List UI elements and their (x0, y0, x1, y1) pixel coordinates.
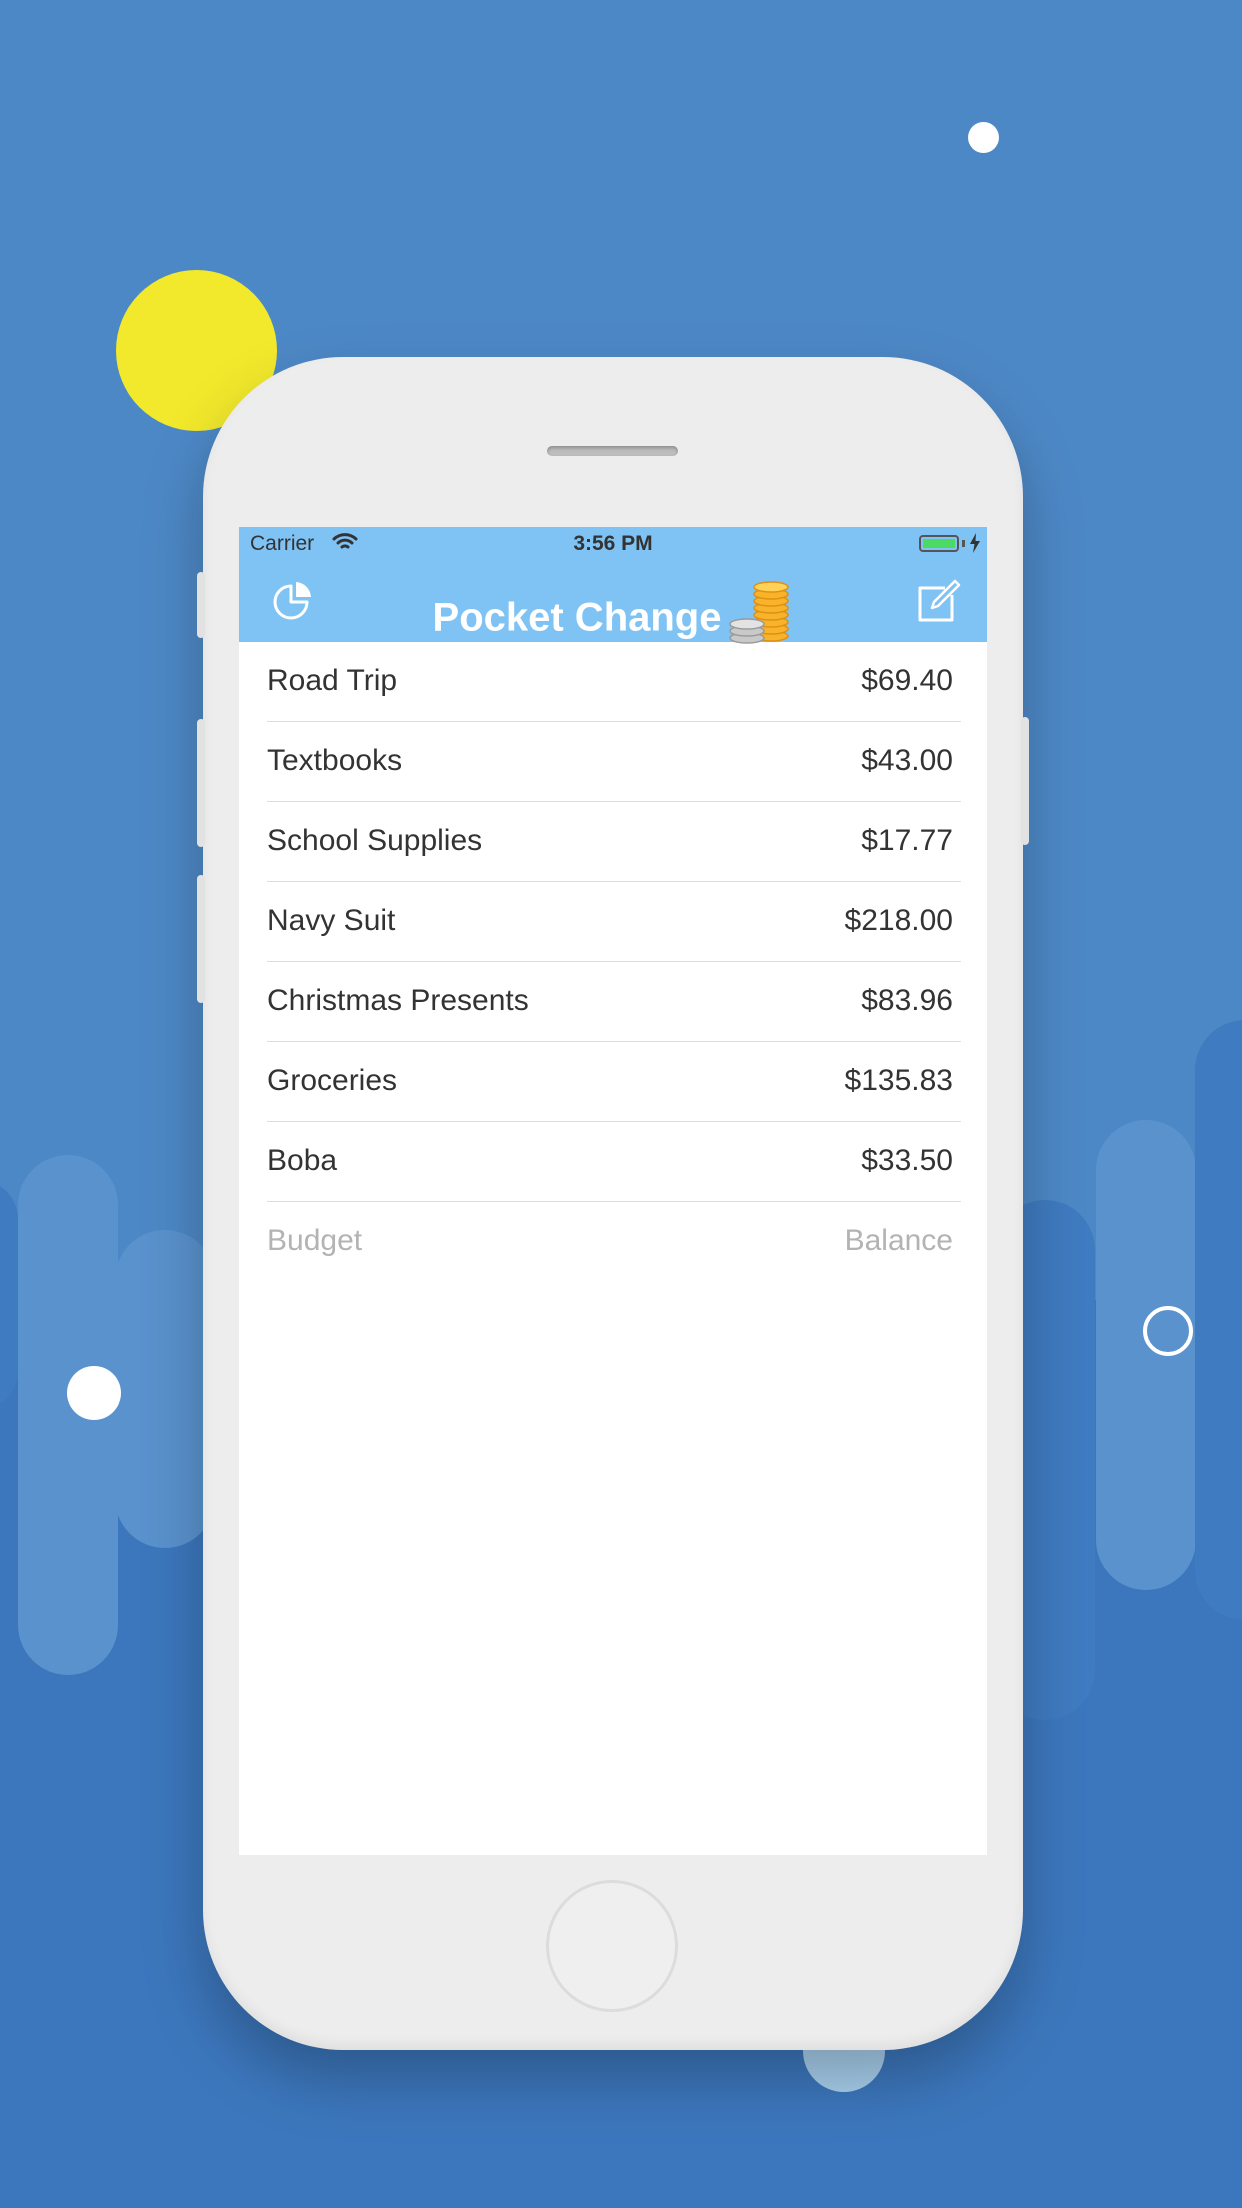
decor-pill (0, 1180, 18, 1410)
list-item[interactable]: Textbooks $43.00 (267, 722, 961, 802)
expense-amount: $218.00 (844, 904, 953, 937)
list-item[interactable]: Road Trip $69.40 (267, 642, 961, 722)
budget-input[interactable]: Budget (267, 1224, 362, 1258)
phone-side-button (197, 719, 205, 847)
nav-bar: Carrier 3:56 PM Pocket Change (239, 527, 987, 644)
status-time: 3:56 PM (573, 532, 653, 555)
expense-name: Boba (267, 1144, 338, 1177)
expense-amount: $83.96 (861, 984, 953, 1017)
decor-pill (115, 1230, 215, 1548)
list-item[interactable]: Boba $33.50 (267, 1122, 961, 1202)
decor-pill (1195, 1020, 1242, 1620)
phone-side-button (197, 875, 205, 1003)
home-button[interactable] (546, 1880, 678, 2012)
decor-dot (67, 1366, 121, 1420)
compose-icon[interactable] (915, 579, 961, 630)
battery-icon (919, 535, 959, 552)
expense-name: Textbooks (267, 744, 403, 777)
list-item[interactable]: Navy Suit $218.00 (267, 882, 961, 962)
new-entry-row[interactable]: Budget Balance (267, 1202, 961, 1281)
status-bar: Carrier 3:56 PM (239, 527, 987, 561)
decor-ring (1143, 1306, 1193, 1356)
app-screen: Carrier 3:56 PM Pocket Change Road Trip … (239, 527, 987, 1855)
phone-side-button (1021, 717, 1029, 845)
charging-icon (969, 533, 981, 559)
expense-amount: $69.40 (861, 664, 953, 697)
page-title: Pocket Change (432, 595, 722, 640)
expense-amount: $43.00 (861, 744, 953, 777)
phone-frame: Carrier 3:56 PM Pocket Change Road Trip … (197, 357, 1029, 2050)
decor-pill (1096, 1120, 1196, 1590)
expense-name: School Supplies (267, 824, 483, 857)
battery-cap (962, 540, 965, 547)
list-item[interactable]: Christmas Presents $83.96 (267, 962, 961, 1042)
balance-input[interactable]: Balance (845, 1224, 953, 1258)
expense-name: Groceries (267, 1064, 398, 1097)
expense-amount: $135.83 (844, 1064, 953, 1097)
expense-name: Christmas Presents (267, 984, 529, 1017)
phone-speaker (547, 446, 678, 456)
list-item[interactable]: School Supplies $17.77 (267, 802, 961, 882)
list-item[interactable]: Groceries $135.83 (267, 1042, 961, 1122)
expense-amount: $17.77 (861, 824, 953, 857)
expense-name: Road Trip (267, 664, 398, 697)
expense-amount: $33.50 (861, 1144, 953, 1177)
expense-list: Road Trip $69.40 Textbooks $43.00 School S… (239, 642, 987, 1281)
expense-name: Navy Suit (267, 904, 396, 937)
phone-side-button (197, 572, 205, 638)
decor-dot (968, 122, 999, 153)
